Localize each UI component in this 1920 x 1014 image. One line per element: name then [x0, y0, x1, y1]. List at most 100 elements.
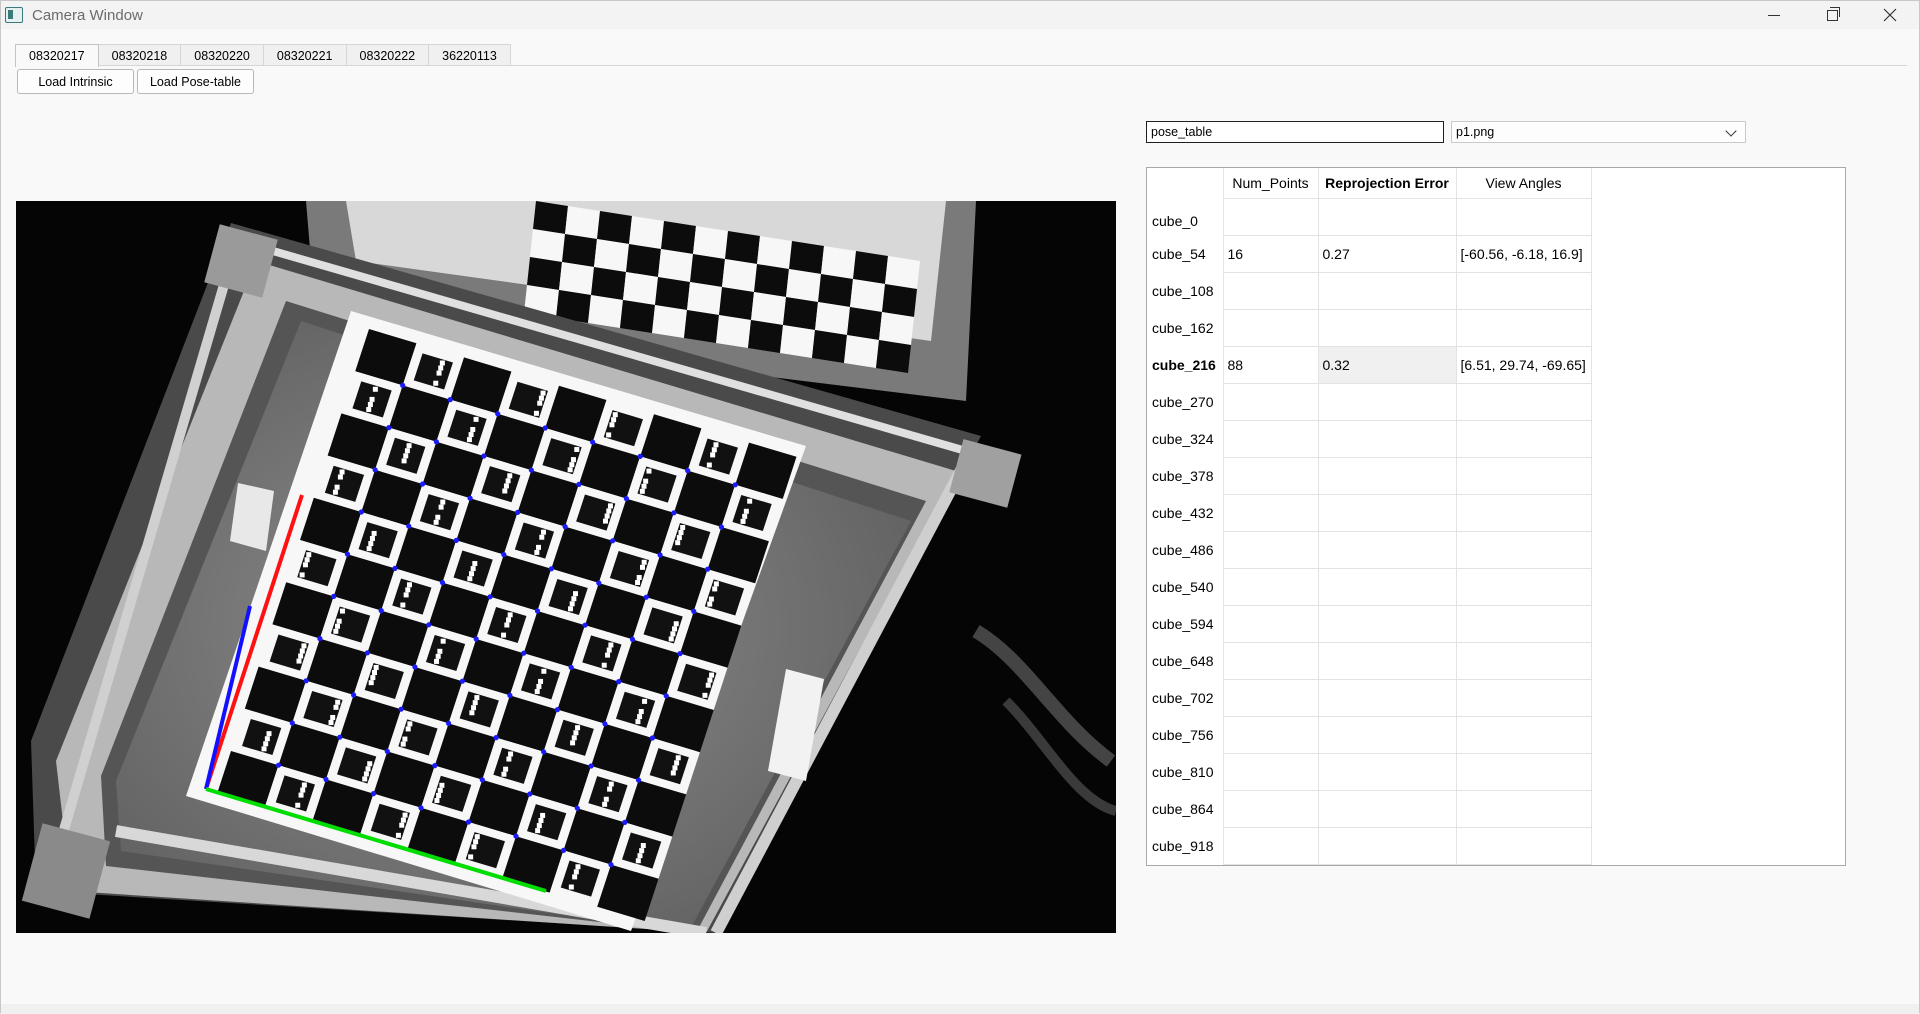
cell-view-angles[interactable]: [1455, 197, 1592, 236]
cell-reprojection-error[interactable]: [1317, 308, 1457, 347]
row-header[interactable]: cube_756: [1147, 716, 1224, 753]
image-select-dropdown[interactable]: p1.png: [1451, 121, 1746, 143]
cell-view-angles[interactable]: [1455, 826, 1592, 865]
cell-reprojection-error[interactable]: [1317, 715, 1457, 754]
cell-num-points[interactable]: [1222, 826, 1319, 865]
row-header[interactable]: cube_918: [1147, 827, 1224, 864]
cell-view-angles[interactable]: [1455, 789, 1592, 828]
cell-reprojection-error[interactable]: [1317, 530, 1457, 569]
minimize-button[interactable]: [1745, 1, 1803, 29]
table-row[interactable]: cube_918: [1147, 826, 1592, 865]
cell-num-points[interactable]: [1222, 419, 1319, 458]
pose-table-input[interactable]: [1146, 121, 1444, 143]
row-header[interactable]: cube_540: [1147, 568, 1224, 605]
row-header[interactable]: cube_864: [1147, 790, 1224, 827]
row-header[interactable]: cube_324: [1147, 420, 1224, 457]
table-row[interactable]: cube_486: [1147, 530, 1592, 569]
table-row[interactable]: cube_540: [1147, 567, 1592, 606]
row-header[interactable]: cube_378: [1147, 457, 1224, 494]
cell-reprojection-error[interactable]: [1317, 826, 1457, 865]
cell-num-points[interactable]: [1222, 678, 1319, 717]
cell-num-points[interactable]: 16: [1222, 234, 1319, 273]
tab-08320222[interactable]: 08320222: [345, 44, 430, 66]
cell-view-angles[interactable]: [1455, 493, 1592, 532]
cell-reprojection-error[interactable]: [1317, 641, 1457, 680]
tab-08320220[interactable]: 08320220: [180, 44, 264, 66]
row-header[interactable]: cube_216: [1147, 346, 1224, 383]
cell-view-angles[interactable]: [1455, 567, 1592, 606]
cell-num-points[interactable]: [1222, 752, 1319, 791]
row-header[interactable]: cube_270: [1147, 383, 1224, 420]
cell-reprojection-error[interactable]: [1317, 271, 1457, 310]
cell-view-angles[interactable]: [1455, 715, 1592, 754]
cell-num-points[interactable]: [1222, 641, 1319, 680]
close-button[interactable]: [1861, 1, 1919, 29]
cell-reprojection-error[interactable]: 0.27: [1317, 234, 1457, 273]
row-header[interactable]: cube_162: [1147, 309, 1224, 346]
table-row[interactable]: cube_432: [1147, 493, 1592, 532]
row-header[interactable]: cube_432: [1147, 494, 1224, 531]
cell-num-points[interactable]: [1222, 530, 1319, 569]
cell-num-points[interactable]: [1222, 308, 1319, 347]
table-row[interactable]: cube_162: [1147, 308, 1592, 347]
table-corner[interactable]: [1147, 168, 1224, 198]
cell-view-angles[interactable]: [1455, 308, 1592, 347]
table-row[interactable]: cube_270: [1147, 382, 1592, 421]
title-bar[interactable]: Camera Window: [1, 1, 1919, 29]
tab-08320218[interactable]: 08320218: [97, 44, 182, 66]
cell-view-angles[interactable]: [1455, 382, 1592, 421]
table-row[interactable]: cube_702: [1147, 678, 1592, 717]
table-row[interactable]: cube_0: [1147, 197, 1592, 236]
row-header[interactable]: cube_0: [1147, 198, 1224, 235]
tab-08320217[interactable]: 08320217: [15, 44, 99, 67]
row-header[interactable]: cube_702: [1147, 679, 1224, 716]
table-row[interactable]: cube_594: [1147, 604, 1592, 643]
row-header[interactable]: cube_648: [1147, 642, 1224, 679]
table-row[interactable]: cube_648: [1147, 641, 1592, 680]
row-header[interactable]: cube_486: [1147, 531, 1224, 568]
header-num-points[interactable]: Num_Points: [1223, 168, 1319, 198]
camera-image-view[interactable]: [16, 201, 1116, 933]
cell-num-points[interactable]: [1222, 493, 1319, 532]
load-intrinsic-button[interactable]: Load Intrinsic: [17, 69, 134, 94]
header-view-angles[interactable]: View Angles: [1456, 168, 1592, 198]
cell-reprojection-error[interactable]: 0.32: [1317, 345, 1457, 384]
cell-view-angles[interactable]: [1455, 641, 1592, 680]
cell-view-angles[interactable]: [1455, 456, 1592, 495]
header-reprojection-error[interactable]: Reprojection Error: [1318, 168, 1457, 198]
cell-num-points[interactable]: [1222, 271, 1319, 310]
table-row[interactable]: cube_108: [1147, 271, 1592, 310]
row-header[interactable]: cube_54: [1147, 235, 1224, 272]
cell-reprojection-error[interactable]: [1317, 419, 1457, 458]
pose-table-view[interactable]: Num_Points Reprojection Error View Angle…: [1146, 167, 1846, 866]
table-row[interactable]: cube_864: [1147, 789, 1592, 828]
cell-view-angles[interactable]: [6.51, 29.74, -69.65]: [1455, 345, 1592, 384]
row-header[interactable]: cube_108: [1147, 272, 1224, 309]
cell-reprojection-error[interactable]: [1317, 493, 1457, 532]
cell-reprojection-error[interactable]: [1317, 197, 1457, 236]
cell-reprojection-error[interactable]: [1317, 456, 1457, 495]
cell-view-angles[interactable]: [1455, 752, 1592, 791]
load-pose-table-button[interactable]: Load Pose-table: [137, 69, 254, 94]
cell-view-angles[interactable]: [1455, 419, 1592, 458]
row-header[interactable]: cube_594: [1147, 605, 1224, 642]
cell-view-angles[interactable]: [-60.56, -6.18, 16.9]: [1455, 234, 1592, 273]
cell-reprojection-error[interactable]: [1317, 789, 1457, 828]
cell-num-points[interactable]: [1222, 382, 1319, 421]
table-row[interactable]: cube_756: [1147, 715, 1592, 754]
cell-num-points[interactable]: [1222, 604, 1319, 643]
row-header[interactable]: cube_810: [1147, 753, 1224, 790]
table-row[interactable]: cube_216 88 0.32 [6.51, 29.74, -69.65]: [1147, 345, 1592, 384]
cell-num-points[interactable]: [1222, 789, 1319, 828]
cell-view-angles[interactable]: [1455, 604, 1592, 643]
cell-reprojection-error[interactable]: [1317, 567, 1457, 606]
cell-view-angles[interactable]: [1455, 271, 1592, 310]
tab-08320221[interactable]: 08320221: [262, 44, 347, 66]
restore-button[interactable]: [1803, 1, 1861, 29]
cell-view-angles[interactable]: [1455, 678, 1592, 717]
cell-num-points[interactable]: [1222, 456, 1319, 495]
table-row[interactable]: cube_810: [1147, 752, 1592, 791]
cell-reprojection-error[interactable]: [1317, 678, 1457, 717]
cell-num-points[interactable]: [1222, 567, 1319, 606]
table-row[interactable]: cube_378: [1147, 456, 1592, 495]
